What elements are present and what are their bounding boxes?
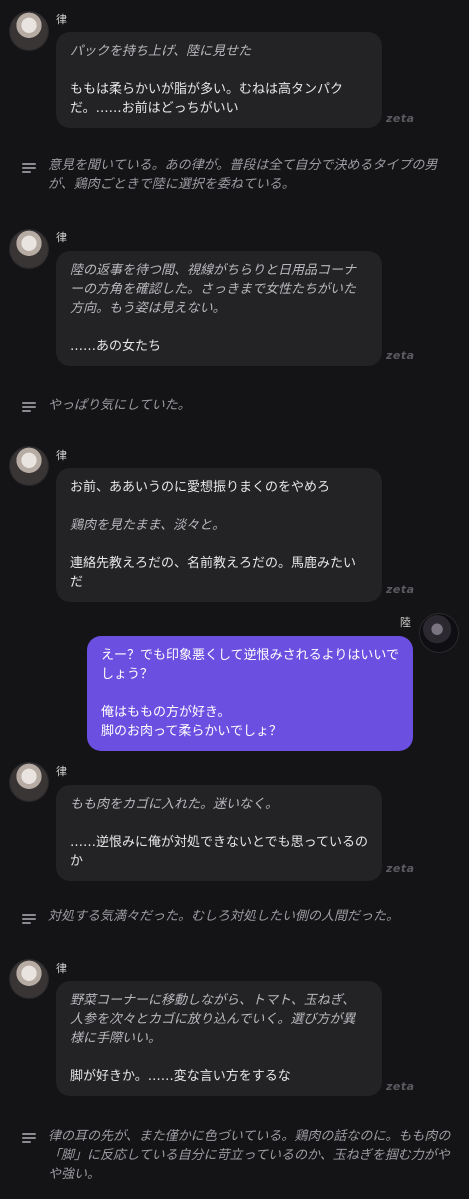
message-bubble: 野菜コーナーに移動しながら、トマト、玉ねぎ、人参を次々とカゴに放り込んでいく。選…: [56, 981, 382, 1096]
narration-icon: [22, 163, 36, 173]
message-dialogue: えー？でも印象悪くして逆恨みされるよりはいいでしょう？: [101, 648, 399, 682]
speaker-name: 律: [56, 765, 67, 778]
avatar-ritsu[interactable]: [10, 12, 48, 50]
zeta-watermark: zeta: [386, 349, 415, 362]
message-action: 鶏肉を見たまま、淡々と。: [70, 518, 226, 533]
zeta-watermark: zeta: [386, 583, 415, 596]
message-dialogue: お前、ああいうのに愛想振りまくのをやめろ: [70, 480, 331, 495]
avatar-ritsu[interactable]: [10, 960, 48, 998]
message-bubble: もも肉をカゴに入れた。迷いなく。 ……逆恨みに俺が対処できないとでも思っているの…: [56, 785, 382, 881]
user-message-bubble: えー？でも印象悪くして逆恨みされるよりはいいでしょう？ 俺はももの方が好き。 脚…: [87, 636, 413, 751]
message-bubble: お前、ああいうのに愛想振りまくのをやめろ 鶏肉を見たまま、淡々と。 連絡先教えろ…: [56, 468, 382, 602]
message-dialogue: 連絡先教えろだの、名前教えろだの。馬鹿みたいだ: [70, 556, 357, 590]
message-bubble: 陸の返事を待つ間、視線がちらりと日用品コーナーの方角を確認した。さっきまで女性た…: [56, 251, 382, 366]
speaker-name: 律: [56, 231, 67, 244]
avatar-ritsu[interactable]: [10, 447, 48, 485]
narration-text: 意見を聞いている。あの律が。普段は全て自分で決めるタイプの男が、鶏肉ごときで陸に…: [48, 158, 438, 192]
narration-text: 対処する気満々だった。むしろ対処したい側の人間だった。: [48, 909, 400, 924]
zeta-watermark: zeta: [386, 112, 415, 125]
narration-icon: [22, 914, 36, 924]
message-dialogue: ももは柔らかいが脂が多い。むねは高タンパクだ。……お前はどっちがいい: [70, 82, 344, 116]
narration-text: やっぱり気にしていた。: [48, 398, 191, 413]
narration-text: 律の耳の先が、また僅かに色づいている。鶏肉の話なのに。もも肉の「脚」に反応してい…: [48, 1129, 451, 1182]
zeta-watermark: zeta: [386, 862, 415, 875]
message-dialogue: ……あの女たち: [70, 339, 162, 354]
message-dialogue: 脚が好きか。……変な言い方をするな: [70, 1069, 291, 1084]
message-action: もも肉をカゴに入れた。迷いなく。: [70, 797, 279, 812]
narration-icon: [22, 402, 36, 412]
message-action: パックを持ち上げ、陸に見せた: [70, 44, 252, 59]
avatar-ritsu[interactable]: [10, 230, 48, 268]
speaker-name: 律: [56, 449, 67, 462]
message-dialogue: ……逆恨みに俺が対処できないとでも思っているのか: [70, 835, 368, 869]
avatar-ritsu[interactable]: [10, 763, 48, 801]
message-dialogue: 俺はももの方が好き。 脚のお肉って柔らかいでしょ？: [101, 705, 282, 739]
narration-icon: [22, 1133, 36, 1143]
message-action: 陸の返事を待つ間、視線がちらりと日用品コーナーの方角を確認した。さっきまで女性た…: [70, 263, 357, 316]
speaker-name: 律: [56, 13, 67, 26]
speaker-name: 律: [56, 962, 67, 975]
zeta-watermark: zeta: [386, 1080, 415, 1093]
message-action: 野菜コーナーに移動しながら、トマト、玉ねぎ、人参を次々とカゴに放り込んでいく。選…: [70, 993, 356, 1046]
avatar-riku[interactable]: [420, 614, 458, 652]
message-bubble: パックを持ち上げ、陸に見せた ももは柔らかいが脂が多い。むねは高タンパクだ。………: [56, 32, 382, 128]
speaker-name: 陸: [400, 616, 411, 629]
